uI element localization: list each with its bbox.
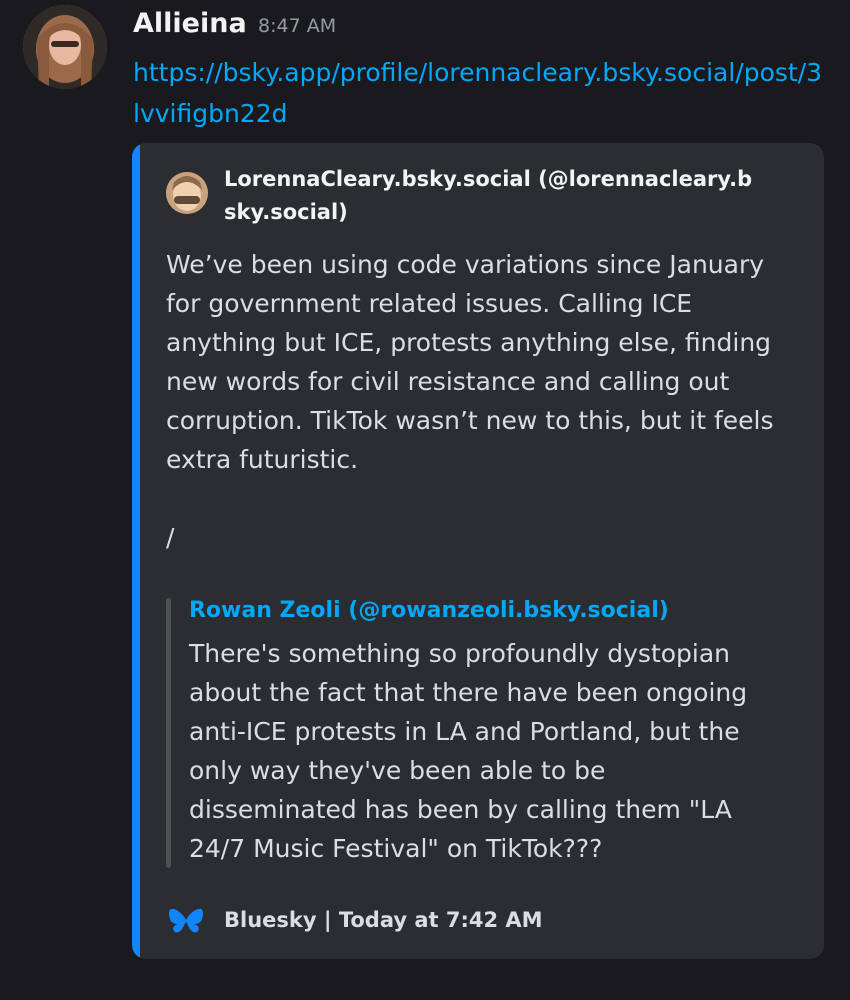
butterfly-icon (169, 908, 203, 933)
post-link[interactable]: https://bsky.app/profile/lorennacleary.b… (133, 52, 823, 134)
embed-accent-bar (132, 143, 140, 959)
embed-footer: Bluesky | Today at 7:42 AM (224, 908, 543, 932)
embed-avatar-image (166, 172, 208, 214)
embed-author[interactable]: LorennaCleary.bsky.social (@lorennaclear… (224, 163, 764, 229)
message-author[interactable]: Allieina (133, 8, 247, 39)
user-avatar[interactable] (23, 5, 107, 89)
quoted-post: Rowan Zeoli (@rowanzeoli.bsky.social) Th… (166, 598, 786, 868)
message-timestamp: 8:47 AM (258, 15, 337, 37)
quote-bar (166, 598, 171, 868)
quoted-post-author[interactable]: Rowan Zeoli (@rowanzeoli.bsky.social) (189, 598, 669, 623)
quoted-post-text: There's something so profoundly dystopia… (189, 639, 748, 863)
embed-author-avatar (166, 172, 208, 214)
embed-post-text: We’ve been using code variations since J… (166, 250, 774, 552)
avatar-image (23, 5, 107, 89)
chat-message: Allieina 8:47 AM https://bsky.app/profil… (0, 0, 850, 1000)
link-embed: LorennaCleary.bsky.social (@lorennaclear… (132, 143, 824, 959)
